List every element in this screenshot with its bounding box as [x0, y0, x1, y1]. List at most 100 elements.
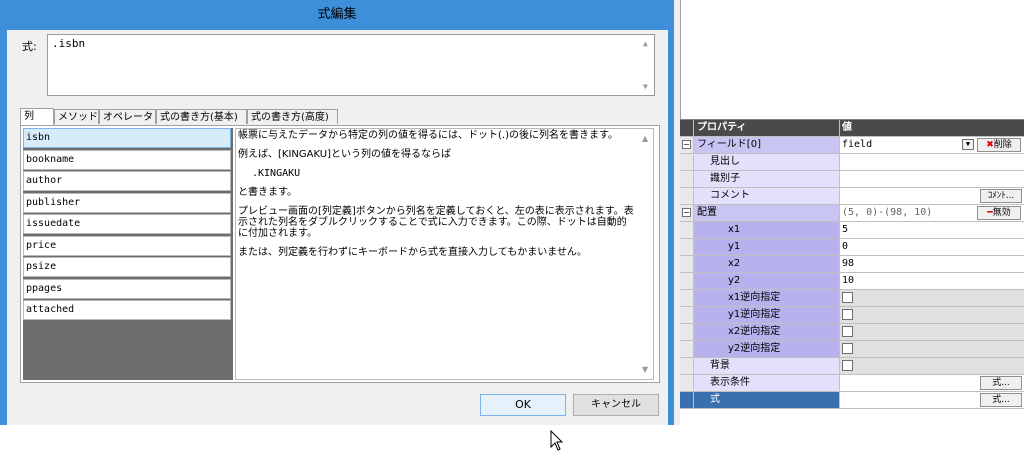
list-item[interactable]: psize — [23, 257, 231, 277]
property-header-row: プロパティ 値 — [680, 120, 1024, 137]
property-name: x2逆向指定 — [694, 324, 840, 340]
property-value — [840, 307, 1024, 323]
column-list: isbn bookname author publisher issuedate… — [23, 128, 233, 380]
property-name: x2 — [694, 256, 840, 272]
property-value[interactable]: field ▼ ✖削除 — [840, 137, 1024, 153]
property-row-y2-reverse[interactable]: y2逆向指定 — [680, 341, 1024, 358]
checkbox[interactable] — [842, 292, 853, 303]
property-value — [840, 341, 1024, 357]
property-name: 識別子 — [694, 171, 840, 187]
property-row-identifier[interactable]: 識別子 — [680, 171, 1024, 188]
tab-syntax-advanced[interactable]: 式の書き方(高度) — [247, 109, 338, 124]
property-row-x1-reverse[interactable]: x1逆向指定 — [680, 290, 1024, 307]
collapse-icon[interactable]: − — [682, 140, 691, 149]
help-paragraph: または、列定義を行わずにキーボードから式を直接入力してもかまいません。 — [238, 247, 587, 258]
tab-syntax-basic[interactable]: 式の書き方(基本) — [156, 109, 247, 124]
expression-input[interactable]: .isbn ▲ ▼ — [47, 34, 655, 96]
property-value[interactable] — [840, 171, 1024, 187]
tab-methods[interactable]: メソッド — [54, 109, 99, 124]
property-name: y2 — [694, 273, 840, 289]
property-value[interactable] — [840, 154, 1024, 170]
help-paragraph: と書きます。 — [238, 187, 297, 198]
property-name: 式 — [694, 392, 840, 408]
collapse-icon[interactable]: − — [682, 208, 691, 217]
property-row-x2-reverse[interactable]: x2逆向指定 — [680, 324, 1024, 341]
property-name: 表示条件 — [694, 375, 840, 391]
comment-button[interactable]: ｺﾒﾝﾄ... — [980, 189, 1022, 203]
property-row-background[interactable]: 背景 — [680, 358, 1024, 375]
scroll-up-icon[interactable]: ▲ — [643, 39, 648, 48]
property-row-expression[interactable]: 式 式... — [680, 392, 1024, 409]
scroll-down-icon[interactable]: ▼ — [642, 364, 648, 375]
ok-button[interactable]: OK — [480, 394, 566, 416]
cancel-button[interactable]: キャンセル — [573, 394, 659, 416]
property-value[interactable]: 5 — [840, 222, 1024, 238]
property-name: y1逆向指定 — [694, 307, 840, 323]
property-row-y2[interactable]: y2 10 — [680, 273, 1024, 290]
tab-operators[interactable]: オペレータ — [99, 109, 156, 124]
scroll-down-icon[interactable]: ▼ — [643, 82, 648, 91]
expression-editor-dialog: 式編集 式: .isbn ▲ ▼ 列 メソッド オペレータ 式の書き方(基本) … — [0, 0, 674, 451]
list-item[interactable]: bookname — [23, 150, 231, 170]
property-value[interactable]: 10 — [840, 273, 1024, 289]
checkbox[interactable] — [842, 343, 853, 354]
property-value[interactable]: 0 — [840, 239, 1024, 255]
property-name: y1 — [694, 239, 840, 255]
property-row-layout[interactable]: − 配置 (5, 0)-(98, 10) ━無効 — [680, 205, 1024, 222]
dialog-body: 式: .isbn ▲ ▼ 列 メソッド オペレータ 式の書き方(基本) 式の書き… — [7, 30, 668, 451]
list-item[interactable]: publisher — [23, 193, 231, 213]
property-value[interactable]: 式... — [840, 392, 1024, 408]
property-value[interactable]: ｺﾒﾝﾄ... — [840, 188, 1024, 204]
condition-expression-button[interactable]: 式... — [980, 376, 1022, 390]
x-icon: ✖ — [986, 140, 994, 150]
property-name: x1 — [694, 222, 840, 238]
delete-button[interactable]: ✖削除 — [977, 138, 1021, 152]
list-item[interactable]: issuedate — [23, 214, 231, 234]
scroll-up-icon[interactable]: ▲ — [642, 133, 648, 144]
expression-label: 式: — [22, 40, 37, 53]
property-row-heading[interactable]: 見出し — [680, 154, 1024, 171]
help-paragraph: プレビュー画面の[列定義]ボタンから列名を定義しておくと、左の表に表示されます。… — [238, 206, 634, 239]
property-value[interactable]: 式... — [840, 375, 1024, 391]
tab-columns[interactable]: 列 — [20, 108, 54, 125]
property-grid: プロパティ 値 − フィールド[0] field ▼ ✖削除 見出し 識別子 コ… — [680, 119, 1024, 426]
property-value[interactable]: 98 — [840, 256, 1024, 272]
tab-panel: isbn bookname author publisher issuedate… — [20, 125, 660, 383]
help-paragraph: 帳票に与えたデータから特定の列の値を得るには、ドット(.)の後に列名を書きます。 — [238, 130, 618, 141]
property-name: 見出し — [694, 154, 840, 170]
expression-scrollbar[interactable]: ▲ ▼ — [640, 35, 654, 95]
expression-button[interactable]: 式... — [980, 393, 1022, 407]
list-item[interactable]: ppages — [23, 279, 231, 299]
layout-value: (5, 0)-(98, 10) — [842, 207, 933, 218]
property-row-display-condition[interactable]: 表示条件 式... — [680, 375, 1024, 392]
checkbox[interactable] — [842, 309, 853, 320]
property-value — [840, 358, 1024, 374]
list-item[interactable]: isbn — [23, 128, 231, 148]
field-value: field — [842, 139, 873, 150]
value-column-header: 値 — [840, 120, 1024, 136]
property-name: フィールド[0] — [694, 137, 840, 153]
list-item[interactable]: author — [23, 171, 231, 191]
help-scrollbar[interactable]: ▲ ▼ — [639, 129, 653, 379]
list-item[interactable]: price — [23, 236, 231, 256]
property-row-field[interactable]: − フィールド[0] field ▼ ✖削除 — [680, 137, 1024, 154]
help-code-example: .KINGAKU — [252, 168, 301, 179]
mouse-cursor-icon — [550, 430, 564, 451]
dropdown-arrow-icon[interactable]: ▼ — [962, 139, 974, 150]
help-paragraph: 例えば、[KINGAKU]という列の値を得るならば — [238, 149, 451, 160]
checkbox[interactable] — [842, 360, 853, 371]
checkbox[interactable] — [842, 326, 853, 337]
property-value — [840, 290, 1024, 306]
property-column-header: プロパティ — [694, 120, 840, 136]
help-text-panel: 帳票に与えたデータから特定の列の値を得るには、ドット(.)の後に列名を書きます。… — [235, 128, 654, 380]
property-row-x1[interactable]: x1 5 — [680, 222, 1024, 239]
property-row-y1-reverse[interactable]: y1逆向指定 — [680, 307, 1024, 324]
property-name: y2逆向指定 — [694, 341, 840, 357]
property-value[interactable]: (5, 0)-(98, 10) ━無効 — [840, 205, 1024, 221]
property-row-x2[interactable]: x2 98 — [680, 256, 1024, 273]
disable-button[interactable]: ━無効 — [977, 206, 1021, 220]
property-row-comment[interactable]: コメント ｺﾒﾝﾄ... — [680, 188, 1024, 205]
property-name: 配置 — [694, 205, 840, 221]
property-row-y1[interactable]: y1 0 — [680, 239, 1024, 256]
list-item[interactable]: attached — [23, 300, 231, 320]
